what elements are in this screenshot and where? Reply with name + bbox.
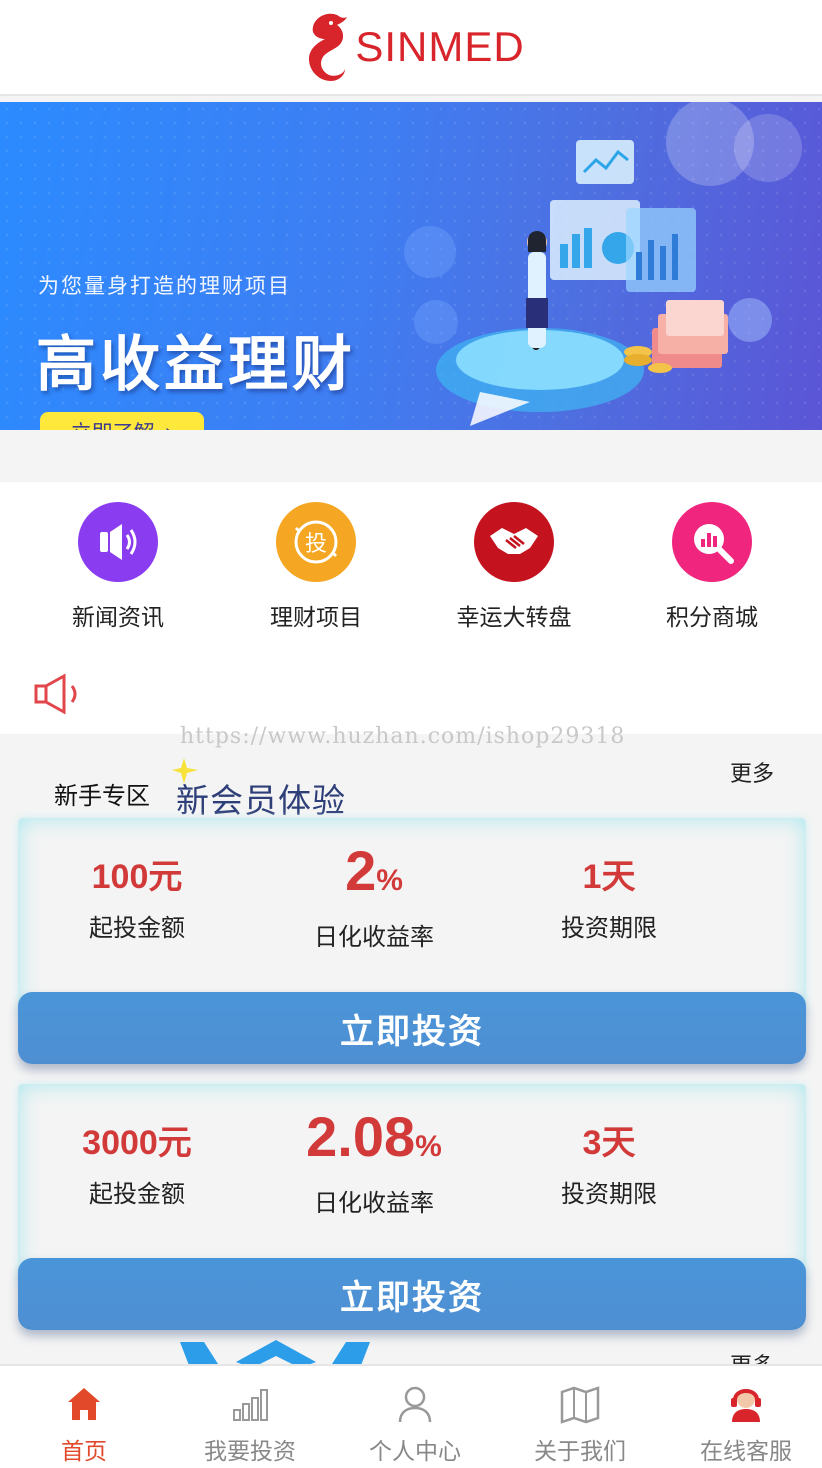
daily-rate-value: 2%: [289, 843, 459, 899]
quick-nav-products[interactable]: 投 理财项目: [213, 502, 419, 632]
tab-invest[interactable]: 我要投资: [168, 1384, 332, 1466]
min-amount-value: 100元: [91, 858, 183, 896]
quick-nav-label: 积分商城: [666, 605, 758, 631]
rate-column: 2.08% 日化收益率: [279, 1109, 469, 1218]
quick-nav-news[interactable]: 新闻资讯: [15, 502, 221, 632]
rate-unit: %: [376, 864, 403, 897]
finance-illustration: [404, 102, 802, 426]
product-card-body: 3000元 起投金额 2.08% 日化收益率 3天 投资期限: [18, 1084, 806, 1284]
more-link[interactable]: 更多: [730, 756, 774, 788]
quick-nav-lucky-wheel[interactable]: 幸运大转盘: [411, 502, 617, 632]
announcement-speaker-icon[interactable]: [32, 672, 84, 716]
term-label: 投资期限: [561, 914, 657, 942]
term-label: 投资期限: [561, 1180, 657, 1208]
handshake-icon: [474, 502, 554, 582]
quick-nav-label: 理财项目: [270, 605, 362, 631]
product-card-body: 100元 起投金额 2% 日化收益率 1天 投资期限: [18, 818, 806, 1018]
quick-nav-label: 幸运大转盘: [456, 605, 572, 631]
quick-nav: 新闻资讯 投 理财项目 幸运大转盘 积分商城: [0, 482, 822, 734]
learn-more-button[interactable]: 立即了解 ›: [40, 412, 204, 430]
product-card: 3000元 起投金额 2.08% 日化收益率 3天 投资期限 立即投资: [18, 1084, 806, 1330]
invest-glyph: 投: [305, 532, 327, 557]
user-icon: [398, 1386, 432, 1423]
daily-rate-label: 日化收益率: [314, 1189, 434, 1217]
term-column: 3天 投资期限: [533, 1115, 685, 1209]
tab-label: 我要投资: [204, 1439, 296, 1465]
min-amount-label: 起投金额: [89, 1180, 185, 1208]
promo-banner[interactable]: 为您量身打造的理财项目 高收益理财 立即了解 ›: [0, 102, 822, 430]
min-amount-value: 3000元: [82, 1124, 192, 1162]
product-card: 100元 起投金额 2% 日化收益率 1天 投资期限 立即投资: [18, 818, 806, 1064]
tab-about[interactable]: 关于我们: [498, 1384, 662, 1466]
bottom-tab-bar: 首页 我要投资 个人中心 关于我们 在线客服: [0, 1364, 822, 1468]
chevron-right-icon: ›: [165, 420, 174, 430]
new-member-badge: 新会员体验: [176, 781, 346, 820]
term-value: 1天: [582, 858, 636, 896]
invest-now-button[interactable]: 立即投资: [18, 992, 806, 1064]
section-title: 新手专区: [54, 782, 150, 810]
min-amount-label: 起投金额: [89, 914, 185, 942]
min-amount-column: 3000元 起投金额: [59, 1115, 215, 1209]
speaker-icon: [78, 502, 158, 582]
quick-nav-label: 新闻资讯: [72, 605, 164, 631]
app-page: SINMED 为您量身打造的理财项目 高收益理财 新闻资讯 投 理财项目 幸运大…: [0, 0, 822, 1468]
map-book-icon: [560, 1386, 600, 1424]
tab-profile[interactable]: 个人中心: [333, 1384, 497, 1466]
home-icon: [68, 1388, 100, 1420]
rate-number: 2.08: [306, 1105, 416, 1168]
rate-column: 2% 日化收益率: [289, 843, 459, 952]
rate-unit: %: [415, 1130, 442, 1163]
brand-name: SINMED: [355, 23, 525, 70]
invest-icon: 投: [276, 502, 356, 582]
dragon-logo-icon: [309, 13, 348, 81]
daily-rate-value: 2.08%: [279, 1109, 469, 1165]
min-amount-column: 100元 起投金额: [59, 849, 215, 943]
tab-home[interactable]: 首页: [2, 1384, 166, 1466]
app-header: SINMED: [0, 0, 822, 96]
banner-title: 高收益理财: [36, 330, 356, 400]
learn-more-label: 立即了解: [71, 417, 155, 430]
daily-rate-label: 日化收益率: [314, 923, 434, 951]
term-value: 3天: [582, 1124, 636, 1162]
tab-label: 个人中心: [369, 1439, 461, 1465]
chart-search-icon: [672, 502, 752, 582]
customer-service-icon: [731, 1389, 761, 1422]
tab-label: 首页: [61, 1439, 107, 1465]
tab-customer-service[interactable]: 在线客服: [664, 1384, 822, 1466]
term-column: 1天 投资期限: [533, 849, 685, 943]
watermark-text: https://www.huzhan.com/ishop29318: [180, 724, 626, 749]
banner-subtitle: 为您量身打造的理财项目: [38, 274, 291, 298]
brand-logo[interactable]: SINMED: [297, 9, 524, 85]
quick-nav-points-mall[interactable]: 积分商城: [609, 502, 815, 632]
tab-label: 在线客服: [700, 1439, 792, 1465]
rate-number: 2: [345, 839, 377, 902]
tab-label: 关于我们: [534, 1439, 626, 1465]
invest-now-button[interactable]: 立即投资: [18, 1258, 806, 1330]
bar-chart-icon: [233, 1389, 268, 1421]
